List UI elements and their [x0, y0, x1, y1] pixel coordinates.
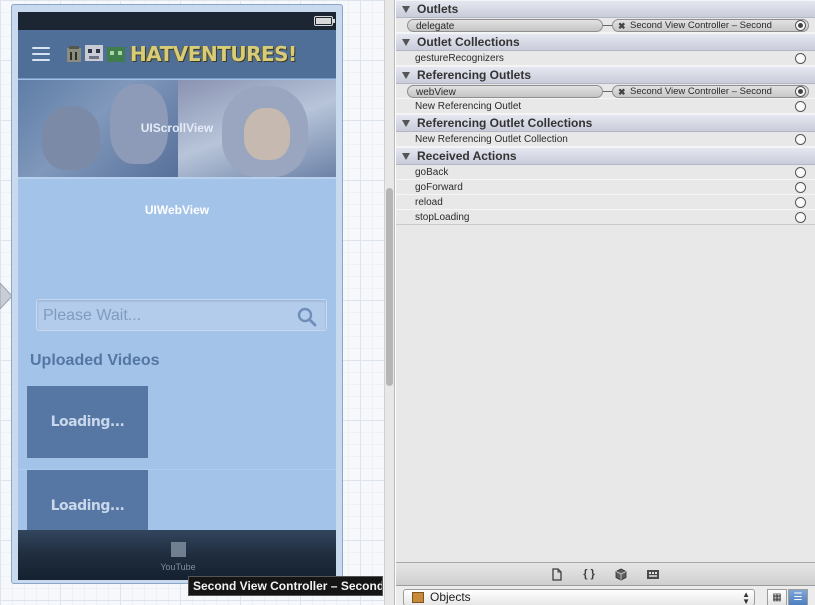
hamburger-menu-icon[interactable] [32, 47, 50, 61]
video-list-item[interactable]: Loading... [18, 470, 336, 530]
video-loading-label: Loading... [50, 414, 125, 430]
section-header-received-actions[interactable]: Received Actions [396, 147, 815, 165]
connection-target-pill[interactable]: ✖ Second View Controller – Second [612, 19, 809, 32]
section-title: Received Actions [417, 149, 517, 163]
video-list-item[interactable]: Loading... [18, 386, 336, 470]
section-title: Referencing Outlet Collections [417, 116, 593, 130]
connection-target: Second View Controller – Second [630, 86, 772, 97]
disclosure-triangle-icon[interactable] [402, 6, 410, 13]
connection-row[interactable]: New Referencing Outlet Collection [396, 132, 815, 147]
remove-connection-icon[interactable]: ✖ [618, 86, 626, 97]
library-bar: Objects ▲ ▼ ▦ ☰ [396, 586, 815, 605]
nav-header: HATVENTURES! [18, 30, 336, 79]
web-view[interactable]: UIWebView Uploaded Videos Loading... Loa… [18, 177, 336, 530]
object-cube-icon[interactable] [614, 568, 628, 581]
connection-circle-icon[interactable] [795, 134, 806, 145]
tab-youtube-label: YouTube [160, 562, 196, 572]
disclosure-triangle-icon[interactable] [402, 39, 410, 46]
list-view-toggle[interactable]: ☰ [788, 589, 808, 605]
connection-circle-icon[interactable] [795, 182, 806, 193]
connection-target: Second View Controller – Second [630, 20, 772, 31]
code-snippet-icon[interactable]: { } [582, 568, 596, 581]
connection-target-pill[interactable]: ✖ Second View Controller – Second [612, 85, 809, 98]
section-header-outlet-collections[interactable]: Outlet Collections [396, 33, 815, 51]
connection-row[interactable]: delegate ✖ Second View Controller – Seco… [396, 18, 815, 33]
library-toolbar: { } [396, 562, 815, 586]
library-select[interactable]: Objects ▲ ▼ [403, 589, 755, 605]
canvas-scrollbar[interactable] [384, 0, 395, 605]
tab-youtube[interactable]: YouTube [158, 540, 198, 580]
connection-circle-icon[interactable] [795, 53, 806, 64]
disclosure-triangle-icon[interactable] [402, 120, 410, 127]
new-referencing-outlet-collection: New Referencing Outlet Collection [415, 134, 568, 145]
action-name: stopLoading [415, 212, 470, 223]
section-header-referencing-outlet-collections[interactable]: Referencing Outlet Collections [396, 114, 815, 132]
new-referencing-outlet: New Referencing Outlet [415, 101, 522, 112]
remove-connection-icon[interactable]: ✖ [618, 20, 626, 31]
view-controller-view[interactable]: HATVENTURES! UIScrollView UIWebView Plea… [18, 30, 336, 530]
connection-row[interactable]: webView ✖ Second View Controller – Secon… [396, 84, 815, 99]
scroll-view-label: UIScrollView [140, 121, 214, 135]
outlet-name: delegate [416, 21, 455, 32]
search-box[interactable] [36, 299, 327, 331]
disclosure-triangle-icon[interactable] [402, 153, 410, 160]
outlet-collection-name: gestureRecognizers [415, 53, 504, 64]
section-header-outlets[interactable]: Outlets [396, 0, 815, 18]
storyboard-canvas[interactable]: HATVENTURES! UIScrollView UIWebView Plea… [0, 0, 384, 605]
objects-icon [412, 592, 424, 603]
videos-heading: Uploaded Videos [30, 352, 160, 369]
connection-row[interactable]: goForward [396, 180, 815, 195]
battery-icon [314, 16, 335, 26]
connection-circle-icon[interactable] [795, 167, 806, 178]
connection-circle-icon[interactable] [795, 101, 806, 112]
library-select-value: Objects [430, 590, 471, 604]
connection-row[interactable]: gestureRecognizers [396, 51, 815, 66]
connection-circle-icon[interactable] [795, 197, 806, 208]
section-header-referencing-outlets[interactable]: Referencing Outlets [396, 66, 815, 84]
connection-row[interactable]: New Referencing Outlet [396, 99, 815, 114]
connection-row[interactable]: goBack [396, 165, 815, 180]
video-thumbnail[interactable]: Loading... [27, 470, 148, 530]
tab-bar: YouTube [18, 530, 336, 580]
connection-row[interactable]: stopLoading [396, 210, 815, 225]
action-name: reload [415, 197, 443, 208]
tab-item-icon [170, 542, 186, 557]
search-icon[interactable] [297, 307, 317, 327]
referencing-outlet-name: webView [416, 87, 456, 98]
app-logo-text: HATVENTURES! [130, 42, 297, 66]
connections-inspector: Outlets delegate ✖ Second View Controlle… [396, 0, 815, 562]
file-template-icon[interactable] [550, 568, 564, 581]
connection-row[interactable]: reload [396, 195, 815, 210]
action-name: goBack [415, 167, 449, 178]
search-input[interactable] [43, 306, 283, 326]
media-icon[interactable] [646, 568, 660, 581]
disclosure-triangle-icon[interactable] [402, 72, 410, 79]
outlet-pill[interactable]: delegate [407, 19, 603, 32]
status-bar [18, 12, 336, 30]
web-view-label: UIWebView [144, 203, 210, 217]
scroll-view[interactable]: UIScrollView [18, 80, 336, 177]
video-loading-label: Loading... [50, 498, 125, 514]
referencing-outlet-pill[interactable]: webView [407, 85, 603, 98]
select-chevron-icon: ▲ ▼ [742, 590, 750, 605]
connection-circle-icon[interactable] [795, 20, 806, 31]
grid-view-toggle[interactable]: ▦ [767, 589, 787, 605]
connection-circle-icon[interactable] [795, 86, 806, 97]
view-controller-tooltip: Second View Controller – Second [188, 576, 383, 596]
scrollbar-thumb[interactable] [386, 188, 393, 386]
video-thumbnail[interactable]: Loading... [27, 386, 148, 458]
action-name: goForward [415, 182, 463, 193]
section-title: Outlets [417, 2, 459, 16]
logo-icon [67, 45, 125, 62]
connection-circle-icon[interactable] [795, 212, 806, 223]
section-title: Referencing Outlets [417, 68, 532, 82]
section-title: Outlet Collections [417, 35, 520, 49]
